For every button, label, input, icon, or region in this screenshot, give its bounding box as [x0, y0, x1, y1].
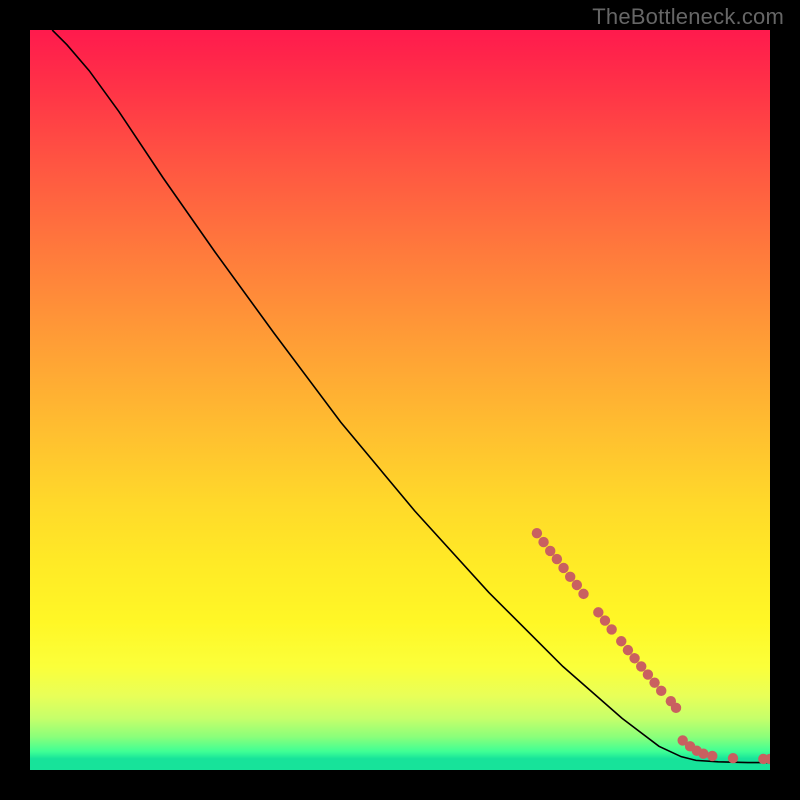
chart-overlay-svg [30, 30, 770, 770]
data-point [593, 607, 603, 617]
data-point [623, 645, 633, 655]
data-point [707, 751, 717, 761]
watermark-text: TheBottleneck.com [592, 4, 784, 30]
plot-area [30, 30, 770, 770]
data-point [545, 546, 555, 556]
data-point [578, 589, 588, 599]
data-point [698, 749, 708, 759]
data-point [649, 677, 659, 687]
data-point [552, 554, 562, 564]
bottleneck-curve [52, 30, 770, 763]
data-point [532, 528, 542, 538]
data-point [643, 669, 653, 679]
data-point [606, 624, 616, 634]
data-point [671, 703, 681, 713]
data-point [558, 563, 568, 573]
data-point [565, 572, 575, 582]
data-points-group [532, 528, 770, 764]
data-point [572, 580, 582, 590]
data-point [616, 636, 626, 646]
data-point [629, 653, 639, 663]
data-point [538, 537, 548, 547]
data-point [728, 753, 738, 763]
data-point [636, 661, 646, 671]
data-point [600, 615, 610, 625]
chart-container: TheBottleneck.com [0, 0, 800, 800]
data-point [656, 686, 666, 696]
